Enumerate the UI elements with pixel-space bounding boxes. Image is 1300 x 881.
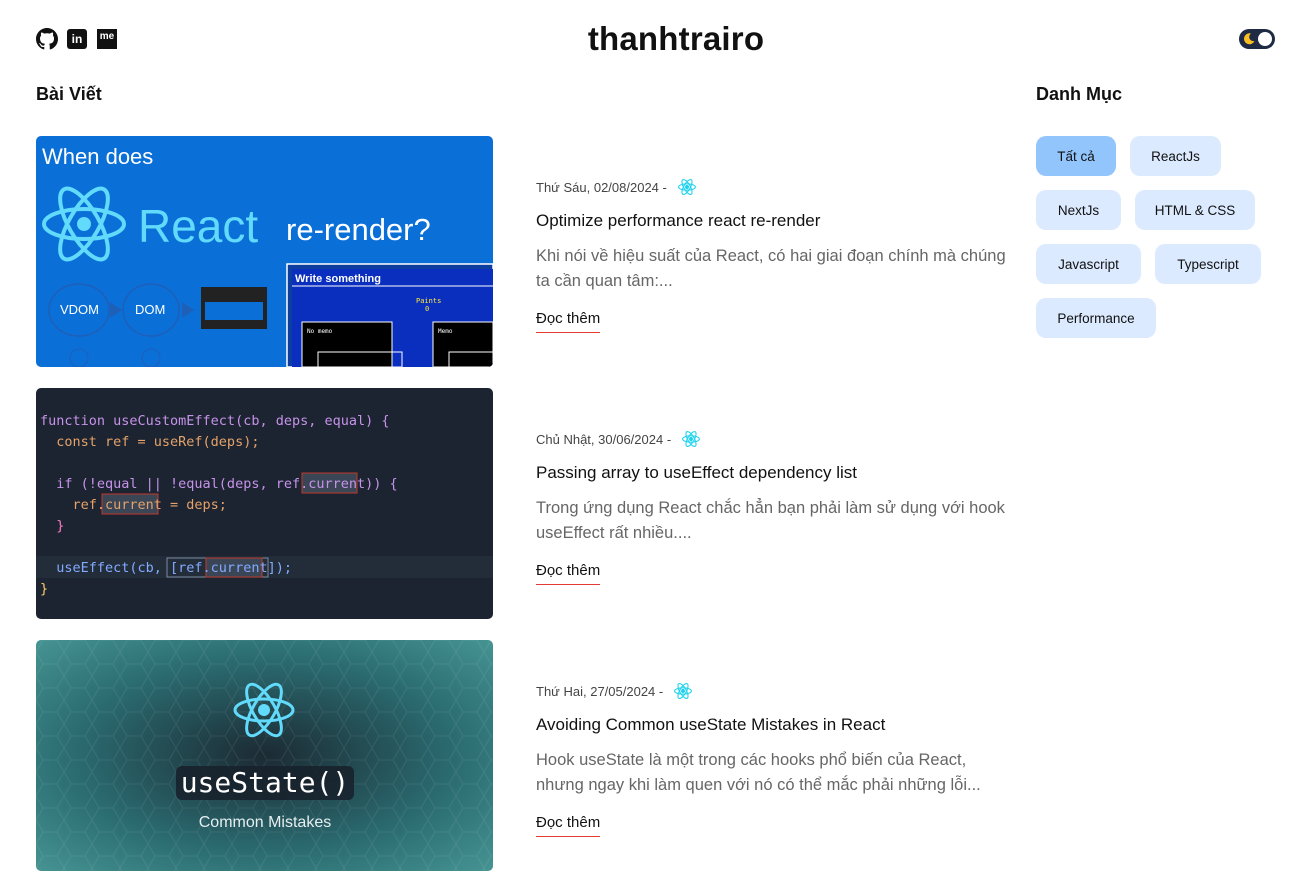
thumb-suffix: re-render?: [286, 212, 431, 247]
post-card: useState() Common Mistakes Thứ Hai, 27/0…: [36, 640, 996, 871]
post-excerpt: Khi nói về hiệu suất của React, có hai g…: [536, 247, 1006, 290]
read-more-link[interactable]: Đọc thêm: [536, 310, 601, 333]
post-meta: Thứ Hai, 27/05/2024 -: [536, 677, 697, 705]
posts-section-title: Bài Viết: [36, 84, 102, 104]
thumb-paints: Paints: [416, 297, 441, 305]
code-line: function useCustomEffect(cb, deps, equal…: [40, 413, 390, 429]
thumb-paints-value: 0: [425, 305, 429, 313]
code-line: ref.current = deps;: [40, 497, 227, 513]
code-line: }: [40, 581, 48, 597]
post-card: function useCustomEffect(cb, deps, equal…: [36, 388, 1005, 619]
code-line: }: [40, 518, 64, 534]
read-more-link[interactable]: Đọc thêm: [536, 562, 601, 585]
react-icon: [674, 682, 693, 700]
thumb-window-title: Write something: [295, 273, 381, 285]
code-line: const ref = useRef(deps);: [40, 434, 259, 450]
category-chip-performance[interactable]: Performance: [1036, 298, 1156, 338]
post-date: Thứ Sáu, 02/08/2024 -: [536, 179, 667, 195]
code-line: useEffect(cb, [ref.current]);: [40, 560, 292, 576]
post-thumbnail[interactable]: function useCustomEffect(cb, deps, equal…: [36, 388, 493, 619]
thumb-code-title: useState(): [181, 766, 350, 799]
category-chip-nextjs[interactable]: NextJs: [1036, 190, 1121, 230]
thumb-dom: DOM: [135, 302, 165, 317]
site-title[interactable]: thanhtrairo: [0, 20, 1300, 58]
thumb-vdom: VDOM: [60, 302, 99, 317]
post-meta: Chủ Nhật, 30/06/2024 -: [536, 425, 705, 453]
react-icon: [677, 178, 696, 196]
category-chip-javascript[interactable]: Javascript: [1036, 244, 1141, 284]
category-chip-all[interactable]: Tất cả: [1036, 136, 1116, 176]
thumb-no-memo: No memo: [307, 328, 333, 335]
post-date: Chủ Nhật, 30/06/2024 -: [536, 431, 672, 447]
thumb-subtitle: Common Mistakes: [199, 814, 331, 831]
post-thumbnail[interactable]: useState() Common Mistakes: [36, 640, 493, 871]
site-header: in me thanhtrairo: [0, 0, 1300, 80]
category-chip-typescript[interactable]: Typescript: [1155, 244, 1261, 284]
thumb-memo: Memo: [438, 328, 453, 335]
post-card: When does React re-render? VDOM DOM Writ…: [36, 136, 1006, 367]
moon-icon: [1243, 33, 1255, 45]
thumb-heading: When does: [42, 144, 153, 169]
post-date: Thứ Hai, 27/05/2024 -: [536, 683, 664, 699]
post-excerpt: Trong ứng dụng React chắc hẳn bạn phải l…: [536, 499, 1005, 542]
category-chip-html-css[interactable]: HTML & CSS: [1135, 190, 1255, 230]
post-title[interactable]: Avoiding Common useState Mistakes in Rea…: [536, 715, 885, 735]
categories-section-title: Danh Mục: [1036, 84, 1123, 104]
post-thumbnail[interactable]: When does React re-render? VDOM DOM Writ…: [36, 136, 493, 367]
theme-toggle[interactable]: [1239, 29, 1275, 49]
post-excerpt: Hook useState là một trong các hooks phổ…: [536, 751, 981, 794]
code-line: if (!equal || !equal(deps, ref.current))…: [40, 476, 398, 492]
post-title[interactable]: Optimize performance react re-render: [536, 211, 820, 231]
toggle-knob: [1258, 32, 1272, 46]
react-icon: [682, 430, 701, 448]
category-chip-reactjs[interactable]: ReactJs: [1130, 136, 1221, 176]
read-more-link[interactable]: Đọc thêm: [536, 814, 601, 837]
post-meta: Thứ Sáu, 02/08/2024 -: [536, 173, 701, 201]
thumb-brand: React: [138, 200, 258, 252]
post-title[interactable]: Passing array to useEffect dependency li…: [536, 463, 857, 483]
